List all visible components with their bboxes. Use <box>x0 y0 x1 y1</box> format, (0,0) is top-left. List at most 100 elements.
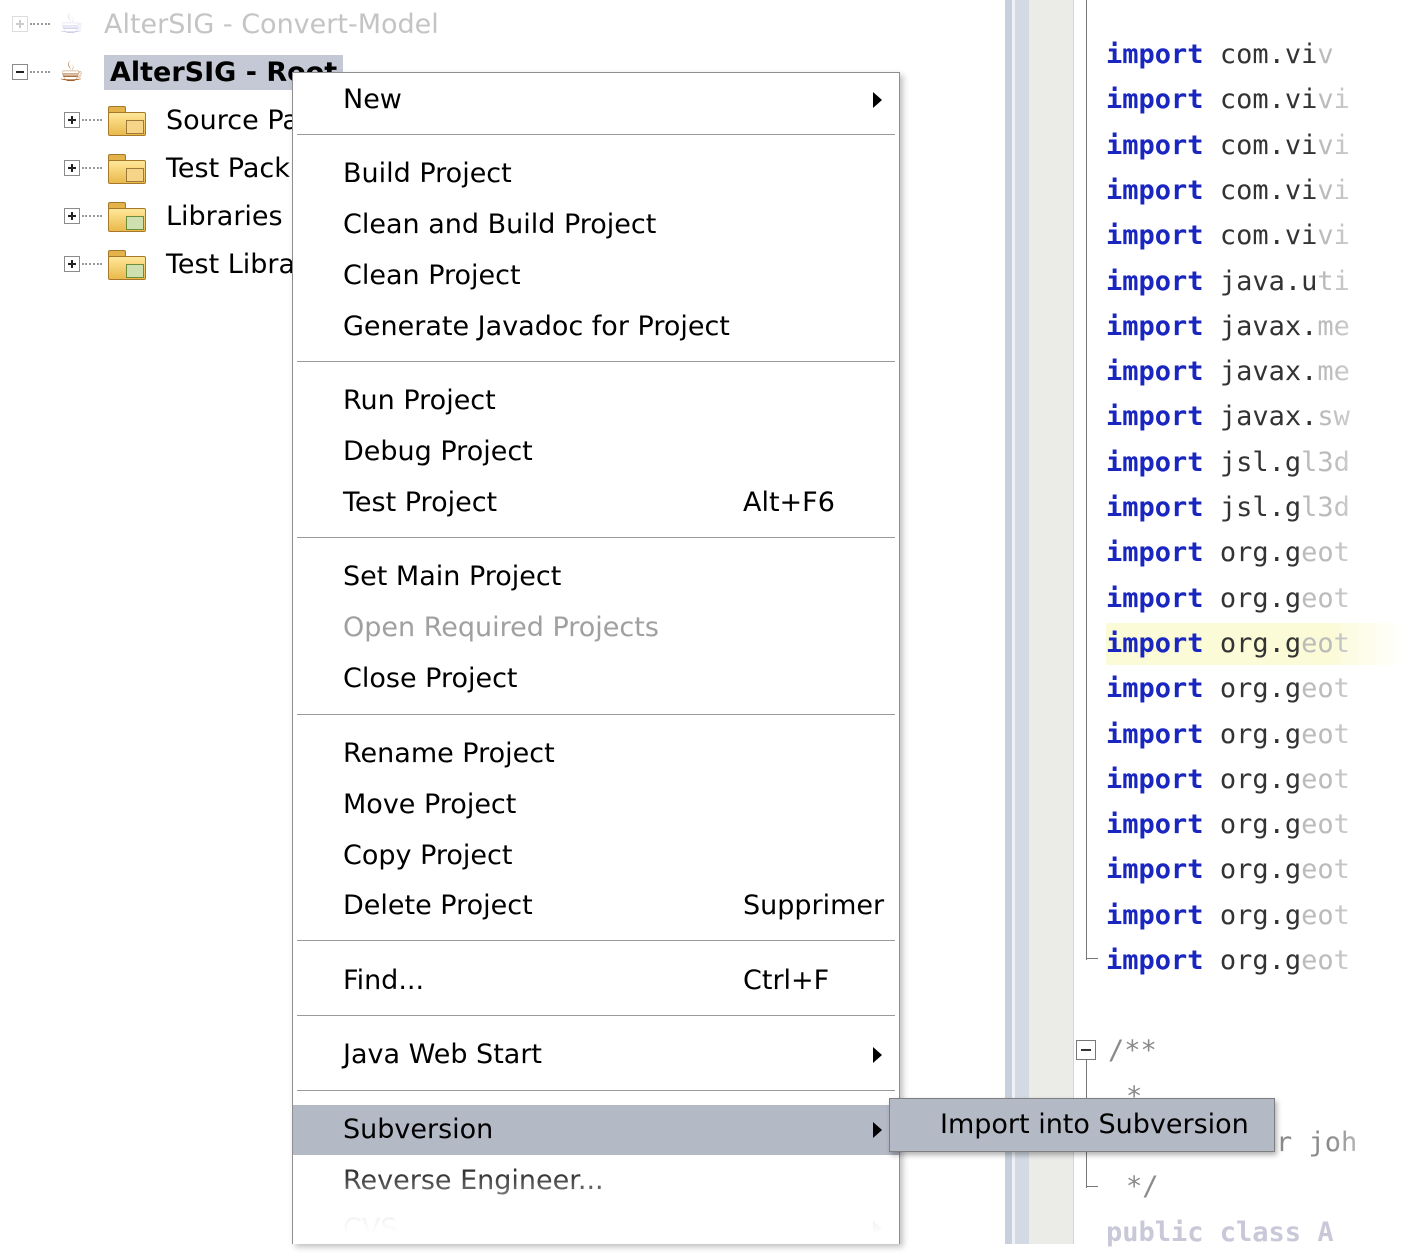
menu-item-build-project[interactable]: Build Project <box>293 149 899 199</box>
menu-item-clean-project[interactable]: Clean Project <box>293 251 899 301</box>
menu-item-generate-javadoc[interactable]: Generate Javadoc for Project <box>293 302 899 352</box>
fold-collapse-icon[interactable] <box>1076 1040 1096 1060</box>
menu-item-label: Java Web Start <box>343 1039 543 1070</box>
code-comment-close: */ <box>1126 1171 1159 1202</box>
menu-item-label: Find... <box>343 965 425 996</box>
menu-item-label: Reverse Engineer... <box>343 1165 604 1196</box>
code-keyword: import <box>1106 583 1204 614</box>
menu-item-java-web-start[interactable]: Java Web Start <box>293 1030 899 1080</box>
code-package: jsl.g <box>1219 447 1302 478</box>
menu-separator <box>297 1015 895 1017</box>
code-package-tail: ti <box>1317 266 1350 297</box>
code-import-line[interactable]: import com.vivi <box>1106 79 1350 121</box>
menu-separator <box>297 714 895 716</box>
code-package-tail: eot <box>1301 945 1350 976</box>
menu-item-find[interactable]: Find... Ctrl+F <box>293 956 899 1006</box>
code-package: com.vi <box>1219 39 1318 70</box>
code-keyword: import <box>1106 39 1204 70</box>
tree-node-libraries[interactable]: Libraries <box>64 196 283 236</box>
package-folder-icon <box>106 152 148 184</box>
menu-item-close-project[interactable]: Close Project <box>293 654 899 704</box>
code-import-line[interactable]: import org.geot <box>1106 940 1350 982</box>
code-import-line[interactable]: import org.geot <box>1106 849 1350 891</box>
library-folder-icon <box>106 200 148 232</box>
menu-separator <box>297 940 895 942</box>
code-import-line[interactable]: import org.geot <box>1106 578 1350 620</box>
menu-item-rename-project[interactable]: Rename Project <box>293 729 899 779</box>
menu-separator <box>297 537 895 539</box>
code-package-tail: eot <box>1301 673 1350 704</box>
menu-item-label: Rename Project <box>343 738 555 769</box>
code-import-line[interactable]: import org.geot <box>1106 804 1350 846</box>
menu-item-set-main-project[interactable]: Set Main Project <box>293 552 899 602</box>
menu-item-label: Set Main Project <box>343 561 562 592</box>
code-import-line[interactable]: import org.geot <box>1106 623 1404 665</box>
menu-item-run-project[interactable]: Run Project <box>293 376 899 426</box>
tree-node-label: Test Libra <box>166 248 296 280</box>
expand-icon[interactable] <box>64 112 80 128</box>
tree-node-test-packages[interactable]: Test Pack <box>64 148 290 188</box>
editor-splitter[interactable] <box>1005 0 1012 1244</box>
menu-item-clean-build-project[interactable]: Clean and Build Project <box>293 200 899 250</box>
submenu-arrow-icon <box>873 92 882 108</box>
library-folder-icon <box>106 248 148 280</box>
menu-item-import-into-subversion[interactable]: Import into Subversion <box>940 1099 1249 1151</box>
code-import-line[interactable]: import javax.me <box>1106 351 1350 393</box>
code-package-tail: eot <box>1301 900 1350 931</box>
code-package: org.g <box>1219 537 1302 568</box>
menu-item-shortcut: Ctrl+F <box>743 965 830 996</box>
menu-item-label: Clean and Build Project <box>343 209 657 240</box>
expand-icon[interactable] <box>64 208 80 224</box>
tree-node-test-libraries[interactable]: Test Libra <box>64 244 295 284</box>
project-context-menu[interactable]: New Build Project Clean and Build Projec… <box>292 72 900 1244</box>
menu-item-new[interactable]: New <box>293 75 899 125</box>
tree-connector <box>82 263 102 265</box>
menu-item-test-project[interactable]: Test Project Alt+F6 <box>293 478 899 528</box>
code-import-line[interactable]: import jsl.gl3d <box>1106 487 1350 529</box>
code-package: org.g <box>1219 628 1302 659</box>
tree-node-label: AlterSIG - Convert-Model <box>104 8 439 40</box>
tree-connector <box>30 71 50 73</box>
code-package: javax. <box>1219 401 1318 432</box>
code-import-line[interactable]: import org.geot <box>1106 714 1350 756</box>
code-import-line[interactable]: import com.vivi <box>1106 170 1350 212</box>
code-import-line[interactable]: import javax.me <box>1106 306 1350 348</box>
collapse-icon[interactable] <box>12 64 28 80</box>
code-import-line[interactable]: import jsl.gl3d <box>1106 442 1350 484</box>
menu-item-label: Build Project <box>343 158 512 189</box>
menu-item-label: Close Project <box>343 663 518 694</box>
menu-item-copy-project[interactable]: Copy Project <box>293 831 899 881</box>
menu-item-reverse-engineer[interactable]: Reverse Engineer... <box>293 1156 899 1206</box>
expand-icon[interactable] <box>64 256 80 272</box>
code-import-line[interactable]: import org.geot <box>1106 668 1350 710</box>
tree-node-source-packages[interactable]: Source Pa <box>64 100 299 140</box>
code-keyword: import <box>1106 945 1204 976</box>
code-package-tail: me <box>1317 356 1350 387</box>
tree-node-convert-model[interactable]: ☕ AlterSIG - Convert-Model <box>12 4 439 44</box>
menu-item-move-project[interactable]: Move Project <box>293 780 899 830</box>
tree-node-label: Source Pa <box>166 104 299 136</box>
menu-item-debug-project[interactable]: Debug Project <box>293 427 899 477</box>
expand-icon[interactable] <box>12 16 28 32</box>
menu-item-delete-project[interactable]: Delete Project Supprimer <box>293 881 899 931</box>
project-tree[interactable]: ☕ AlterSIG - Convert-Model ☕ AlterSIG - … <box>0 0 439 300</box>
subversion-submenu[interactable]: Import into Subversion <box>889 1098 1275 1152</box>
code-keyword: import <box>1106 537 1204 568</box>
code-import-line[interactable]: import com.vivi <box>1106 215 1350 257</box>
expand-icon[interactable] <box>64 160 80 176</box>
editor-gutter[interactable] <box>1029 0 1074 1244</box>
menu-item-cvs[interactable]: CVS <box>293 1204 899 1254</box>
code-import-line[interactable]: import java.uti <box>1106 261 1350 303</box>
menu-item-subversion[interactable]: Subversion <box>293 1105 899 1155</box>
code-comment-open: /** <box>1108 1035 1157 1066</box>
code-import-line[interactable]: import org.geot <box>1106 532 1350 574</box>
code-import-line[interactable]: import org.geot <box>1106 895 1350 937</box>
code-import-line[interactable]: import com.viv <box>1106 34 1334 76</box>
code-import-line[interactable]: import org.geot <box>1106 759 1350 801</box>
code-import-line[interactable]: import javax.sw <box>1106 396 1350 438</box>
fold-guide-end <box>1086 1186 1098 1187</box>
tree-connector <box>82 215 102 217</box>
code-import-line[interactable]: import com.vivi <box>1106 125 1350 167</box>
submenu-arrow-icon <box>873 1122 882 1138</box>
code-keyword: import <box>1106 266 1204 297</box>
